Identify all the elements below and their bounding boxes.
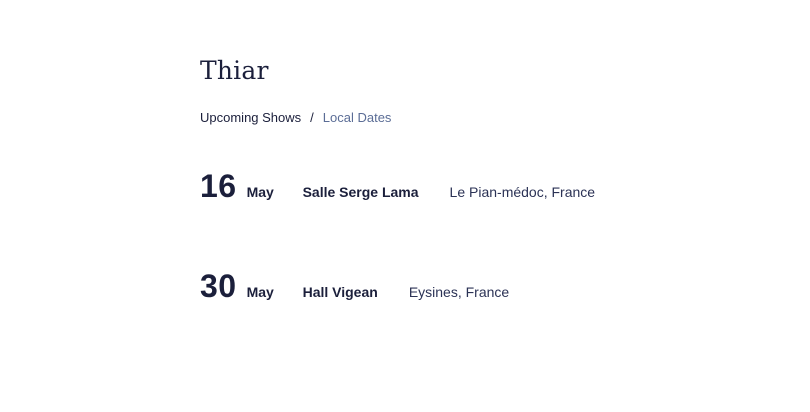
show-venue: Salle Serge Lama xyxy=(302,184,419,200)
show-row[interactable]: 30 May Hall Vigean Eysines, France xyxy=(200,268,509,305)
show-location: Le Pian-médoc, France xyxy=(449,184,596,200)
show-day: 16 xyxy=(200,168,237,204)
show-row[interactable]: 16 May Salle Serge Lama Le Pian-médoc, F… xyxy=(200,168,595,205)
show-month: May xyxy=(246,184,274,200)
artist-title: Thiar xyxy=(200,56,269,85)
show-venue: Hall Vigean xyxy=(302,284,378,300)
breadcrumb-upcoming-shows[interactable]: Upcoming Shows xyxy=(200,110,301,125)
breadcrumb-local-dates[interactable]: Local Dates xyxy=(323,110,392,125)
show-day: 30 xyxy=(200,268,237,304)
breadcrumb: Upcoming Shows / Local Dates xyxy=(200,110,391,125)
show-location: Eysines, France xyxy=(408,284,510,300)
breadcrumb-separator: / xyxy=(310,110,314,125)
show-month: May xyxy=(246,284,274,300)
